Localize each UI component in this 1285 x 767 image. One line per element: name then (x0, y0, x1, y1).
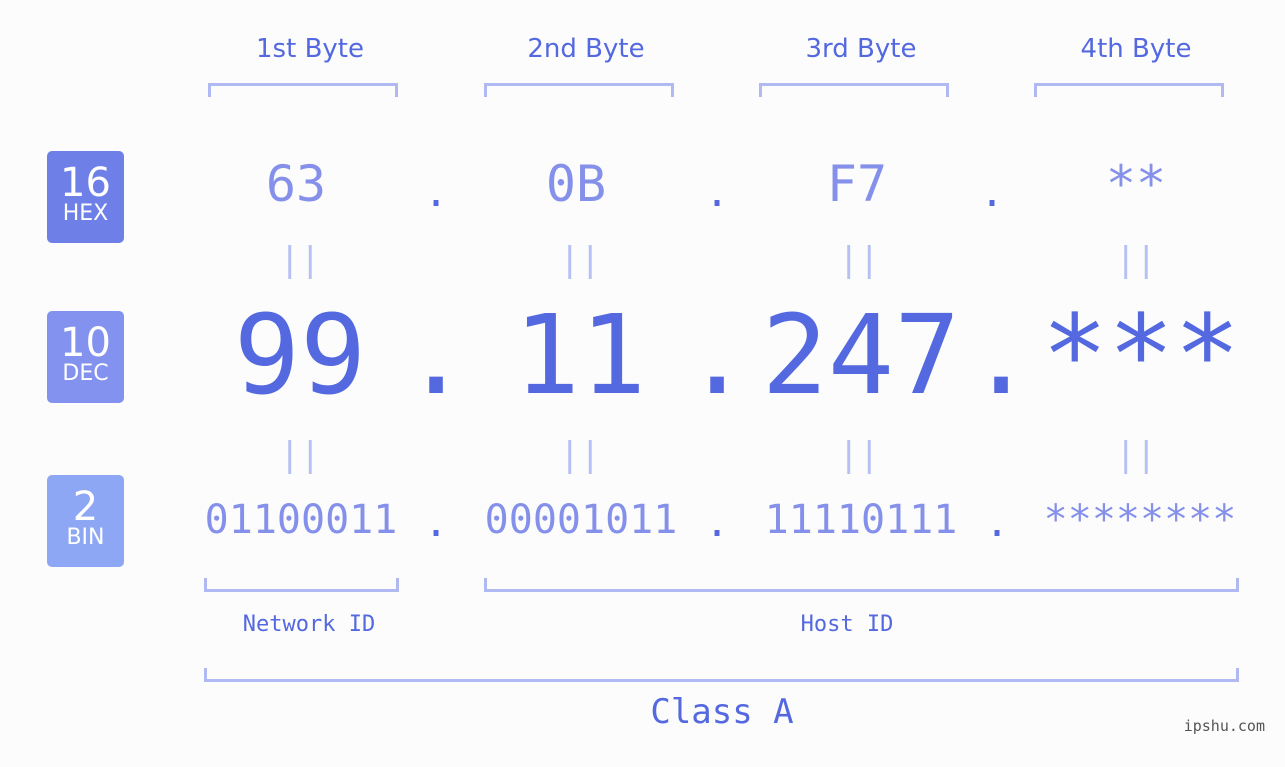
bin-byte-1: 01100011 (204, 497, 398, 543)
dec-badge-label: DEC (62, 361, 109, 386)
bin-badge-label: BIN (66, 525, 105, 550)
equals-sign: || (279, 435, 321, 475)
host-id-bracket (484, 578, 1239, 592)
host-id-label: Host ID (800, 612, 894, 637)
hex-dot-2: . (704, 170, 730, 216)
dec-dot-3: . (968, 291, 1035, 419)
byte-bracket-1 (208, 83, 398, 97)
equals-sign: || (1115, 240, 1157, 280)
dec-badge-number: 10 (60, 320, 111, 366)
equals-sign: || (559, 240, 601, 280)
dec-byte-4: *** (1041, 291, 1241, 419)
bin-dot-2: . (704, 500, 730, 546)
dec-byte-3: 247 (761, 291, 961, 419)
bin-byte-3: 11110111 (764, 497, 958, 543)
dec-dot-2: . (684, 291, 751, 419)
hex-dot-1: . (423, 170, 449, 216)
equals-sign: || (1115, 435, 1157, 475)
equals-sign: || (838, 240, 880, 280)
bin-byte-2: 00001011 (484, 497, 678, 543)
hex-byte-2: 0B (545, 155, 607, 213)
bin-dot-3: . (984, 500, 1010, 546)
hex-byte-4: ** (1105, 155, 1167, 213)
bin-dot-1: . (423, 500, 449, 546)
bin-badge: 2 BIN (47, 475, 124, 567)
byte-label-2: 2nd Byte (527, 34, 645, 64)
equals-sign: || (838, 435, 880, 475)
hex-byte-1: 63 (265, 155, 327, 213)
equals-sign: || (279, 240, 321, 280)
byte-bracket-3 (759, 83, 949, 97)
bin-byte-4: ******** (1043, 497, 1237, 543)
byte-label-1: 1st Byte (256, 34, 364, 64)
dec-byte-1: 99 (233, 291, 367, 419)
equals-sign: || (559, 435, 601, 475)
dec-byte-2: 11 (513, 291, 647, 419)
network-id-bracket (204, 578, 399, 592)
class-label: Class A (650, 692, 794, 732)
bin-badge-number: 2 (72, 484, 99, 530)
dec-badge: 10 DEC (47, 311, 124, 403)
hex-byte-3: F7 (826, 155, 888, 213)
hex-badge: 16 HEX (47, 151, 124, 243)
watermark: ipshu.com (1183, 717, 1265, 735)
dec-dot-1: . (403, 291, 470, 419)
byte-label-4: 4th Byte (1080, 34, 1192, 64)
class-bracket (204, 668, 1239, 682)
byte-label-3: 3rd Byte (805, 34, 917, 64)
hex-badge-label: HEX (62, 201, 109, 226)
network-id-label: Network ID (242, 612, 376, 637)
hex-badge-number: 16 (60, 160, 111, 206)
byte-bracket-2 (484, 83, 674, 97)
hex-dot-3: . (979, 170, 1005, 216)
byte-bracket-4 (1034, 83, 1224, 97)
